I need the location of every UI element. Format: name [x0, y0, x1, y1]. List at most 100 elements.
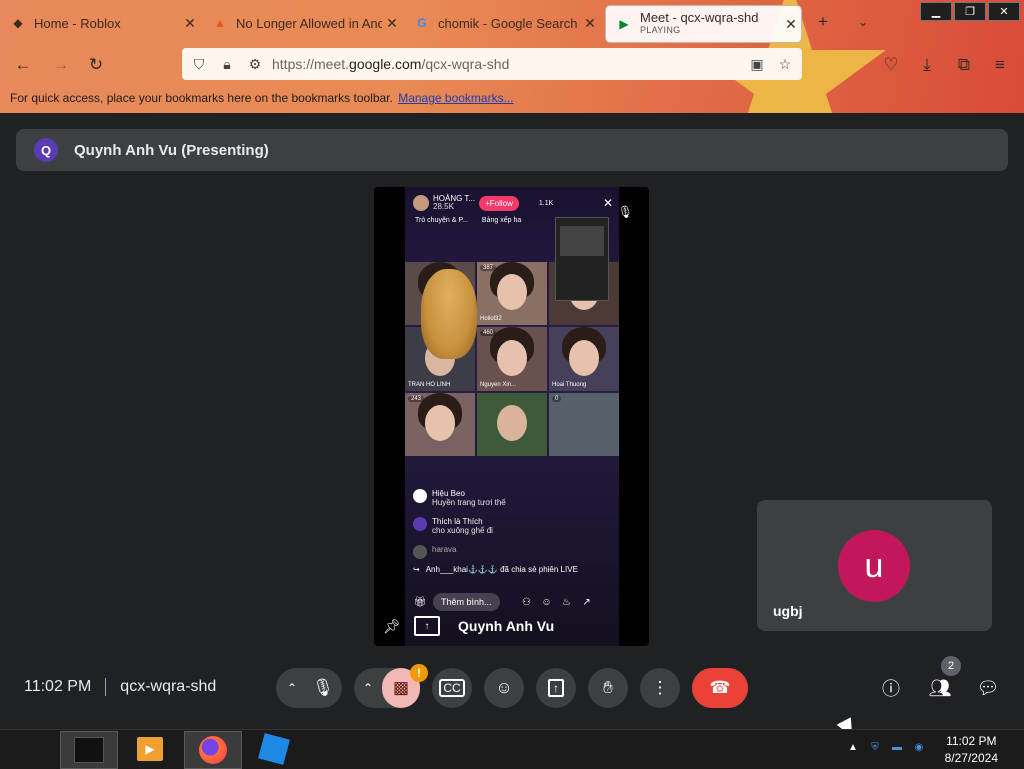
reload-icon[interactable]: ↻: [85, 54, 107, 76]
presenter-bar: Q Quynh Anh Vu (Presenting): [16, 129, 1008, 171]
roblox-studio-icon: [258, 733, 290, 765]
shield-tray-icon[interactable]: ⛨: [868, 740, 882, 754]
close-window-icon[interactable]: ✕: [988, 2, 1020, 21]
chat-body: Thích là Thích cho xuông ghế đi: [432, 517, 493, 535]
close-tab-icon[interactable]: ✕: [382, 15, 402, 32]
participant-tile[interactable]: u ugbj: [757, 500, 992, 631]
share-text: Anh___khai⚓⚓⚓ đã chia sẻ phiên LIVE: [425, 565, 578, 574]
hand-icon: ✋︎: [603, 678, 613, 697]
menu-icon[interactable]: ≡: [989, 54, 1011, 76]
url-prefix: https://meet.: [272, 56, 350, 72]
chat-avatar: [413, 489, 427, 503]
chat-user: harava: [432, 545, 457, 554]
close-tab-icon[interactable]: ✕: [580, 15, 600, 32]
close-tab-icon[interactable]: ✕: [180, 15, 200, 32]
lock-icon[interactable]: 🔒︎: [216, 53, 238, 75]
chat-body: Hiệu Beo Huyền trang tươi thế: [432, 489, 506, 507]
presenter-avatar: Q: [34, 138, 58, 162]
meeting-details-icon[interactable]: ⓘ: [878, 675, 904, 701]
meeting-code: qcx-wqra-shd: [120, 678, 217, 695]
forward-icon[interactable]: →: [50, 54, 72, 76]
bookmarks-toolbar: For quick access, place your bookmarks h…: [10, 91, 514, 105]
participant-name: ugbj: [773, 603, 803, 619]
live-tag: Bảng xếp ha: [481, 217, 522, 224]
emoji-icon: ☺: [495, 678, 513, 697]
emoji-icon: ☺: [541, 596, 552, 608]
close-tab-icon[interactable]: ✕: [781, 16, 801, 33]
guest-count: 243: [408, 395, 425, 402]
back-icon[interactable]: ←: [12, 54, 34, 76]
video-options-icon[interactable]: ⌃: [354, 681, 382, 695]
mic-icon[interactable]: 🎙︎: [306, 671, 340, 705]
url-bar[interactable]: ⛉ 🔒︎ ⚙ https://meet.google.com/qcx-wqra-…: [182, 48, 802, 80]
guest-face: [425, 405, 455, 442]
system-clock[interactable]: 11:02 PM 8/27/2024: [945, 733, 998, 767]
chat-avatar: [413, 545, 427, 559]
chat-message: harava: [413, 545, 613, 559]
chat-text: Huyền trang tươi thế: [432, 498, 506, 507]
extensions-icon[interactable]: ⧉: [953, 54, 975, 76]
presentation-stage[interactable]: HOÀNG T... 28.5K +Follow 1.1K ✕ Trò chuy…: [374, 187, 649, 646]
network-icon[interactable]: ▬: [890, 740, 904, 754]
shared-phone-screen: HOÀNG T... 28.5K +Follow 1.1K ✕ Trò chuy…: [405, 187, 619, 646]
url-text[interactable]: https://meet.google.com/qcx-wqra-shd: [272, 56, 740, 72]
guest-label: Hoai Thuong: [552, 381, 587, 388]
mic-off-icon: 🎙︎: [617, 205, 633, 219]
new-tab-button[interactable]: +: [812, 11, 834, 33]
pin-icon[interactable]: 📌︎: [383, 617, 401, 635]
taskbar-app-box[interactable]: [60, 731, 118, 769]
host-avatar: [413, 195, 429, 211]
picture-in-picture-icon[interactable]: ▣: [746, 53, 768, 75]
volume-icon[interactable]: ◉: [912, 740, 926, 754]
members-icon: ⚇: [522, 596, 532, 608]
guest-cell: 0: [549, 392, 619, 456]
taskbar-roblox[interactable]: [246, 731, 302, 767]
pocket-icon[interactable]: ♡: [880, 54, 902, 76]
captions-button[interactable]: CC: [432, 668, 472, 708]
url-path: /qcx-wqra-shd: [421, 56, 510, 72]
share-icon: ↪: [413, 565, 420, 574]
guest-count: 387: [480, 265, 497, 271]
emoji-reaction-button[interactable]: ☺: [484, 668, 524, 708]
tab-no-longer-allowed[interactable]: ▲ No Longer Allowed in And ✕: [202, 5, 402, 41]
tab-title: chomik - Google Search: [438, 15, 578, 31]
taskbar-media-player[interactable]: ▶: [122, 731, 178, 767]
shield-icon[interactable]: ⛉: [188, 53, 210, 75]
manage-bookmarks-link[interactable]: Manage bookmarks...: [398, 91, 513, 105]
guest-face: [497, 405, 527, 442]
minimize-icon[interactable]: ▁: [920, 2, 952, 21]
leave-call-button[interactable]: ☎: [692, 668, 748, 708]
more-options-button[interactable]: ⋮: [640, 668, 680, 708]
tab-meet[interactable]: ▶ Meet - qcx-wqra-shd PLAYING ✕: [605, 5, 802, 43]
download-icon[interactable]: ⤓: [916, 54, 938, 76]
guest-face: [497, 339, 527, 376]
live-bottom-bar: 🎁︎ Thêm bình... ⚇ ☺ ♨ ↗: [405, 591, 627, 613]
live-tag: Trò chuyện & P...: [415, 217, 468, 224]
bookmark-star-icon[interactable]: ☆: [774, 53, 796, 75]
people-icon[interactable]: 👥︎: [927, 675, 953, 701]
audio-options-icon[interactable]: ⌃: [278, 681, 306, 695]
roblox-icon: ◆: [13, 16, 23, 30]
guest-face: [497, 274, 527, 311]
present-gift-icon: ♨: [562, 596, 572, 608]
tab-google-search[interactable]: G chomik - Google Search ✕: [404, 5, 600, 41]
restore-icon[interactable]: ❐: [954, 2, 986, 21]
tab-title-group: Meet - qcx-wqra-shd PLAYING: [640, 11, 781, 37]
browser-chrome: ◆ Home - Roblox ✕ ▲ No Longer Allowed in…: [0, 0, 1024, 113]
present-screen-icon: ↑: [548, 679, 564, 697]
live-close-icon: ✕: [602, 196, 613, 210]
chat-icon[interactable]: 💬︎: [975, 675, 1001, 701]
mic-control-group: ⌃ 🎙︎: [276, 668, 342, 708]
chat-body: harava: [432, 545, 456, 554]
raise-hand-button[interactable]: ✋︎: [588, 668, 628, 708]
list-tabs-icon[interactable]: ⌄: [852, 11, 874, 33]
tray-expand-icon[interactable]: ▲: [846, 740, 860, 754]
taskbar-firefox[interactable]: [184, 731, 242, 769]
camera-off-icon[interactable]: ▩!: [382, 664, 428, 708]
meeting-info: 11:02 PM qcx-wqra-shd: [24, 678, 216, 696]
permissions-icon[interactable]: ⚙: [244, 53, 266, 75]
tab-roblox[interactable]: ◆ Home - Roblox ✕: [0, 5, 200, 41]
guest-label: Nguyen Xin...: [480, 381, 517, 388]
present-screen-button[interactable]: ↑: [536, 668, 576, 708]
meeting-time: 11:02 PM: [24, 678, 92, 695]
